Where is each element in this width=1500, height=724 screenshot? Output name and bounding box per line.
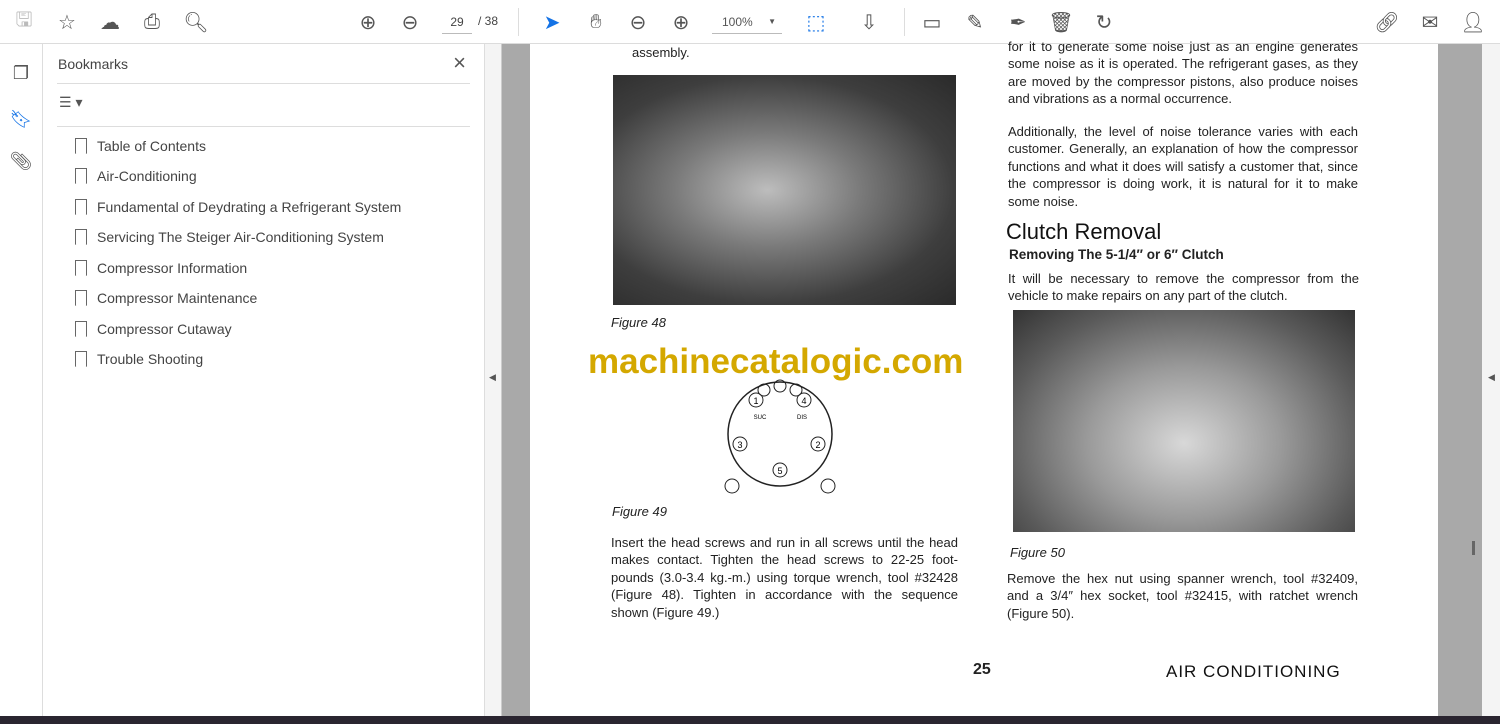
upload-cloud-icon[interactable]: ☁ — [96, 8, 124, 36]
text-block: for it to generate some noise just as an… — [1008, 39, 1358, 107]
sign-icon[interactable]: ✒ — [1004, 8, 1032, 36]
pages-icon[interactable]: ❐ — [8, 60, 34, 86]
comment-icon[interactable]: ▭ — [918, 8, 946, 36]
bookmark-label: Compressor Maintenance — [97, 290, 258, 306]
page-number: 25 — [973, 661, 991, 678]
figure-caption: Figure 50 — [1010, 545, 1065, 560]
zoom-out-icon[interactable]: ⊖ — [624, 8, 652, 36]
bookmark-icon — [75, 351, 87, 367]
zoom-in-icon[interactable]: ⊕ — [667, 8, 695, 36]
diagram-label: 2 — [815, 440, 820, 450]
figure-50-photo — [1013, 310, 1355, 532]
scrollbar[interactable] — [1472, 541, 1475, 555]
diagram-label: SUC — [754, 415, 767, 421]
bookmark-label: Compressor Information — [97, 260, 248, 276]
bookmark-item[interactable]: Compressor Maintenance — [75, 287, 257, 309]
figure-caption: Figure 48 — [611, 315, 666, 330]
bookmarks-panel: Bookmarks × ☰ ▾ Table of Contents Air-Co… — [43, 44, 485, 716]
figure-49-diagram: 1 4 3 2 5 SUC DIS — [724, 379, 836, 494]
text-block: Additionally, the level of noise toleran… — [1008, 124, 1358, 209]
bookmark-star-icon[interactable]: ☆ — [53, 8, 81, 36]
scroll-mode-icon[interactable]: ⇩ — [855, 8, 883, 36]
side-rail: ❐ 🔖︎ 📎︎ — [0, 44, 43, 716]
bookmark-label: Trouble Shooting — [97, 351, 204, 367]
panel-title: Bookmarks — [58, 56, 129, 72]
document-area[interactable]: assembly. Figure 48 1 4 3 2 5 SUC DIS ma… — [502, 39, 1482, 716]
zoom-select[interactable]: 100% ▼ — [712, 12, 782, 34]
prev-page-icon[interactable]: ⊕︎ — [354, 8, 382, 36]
section-subheading: Removing The 5-1/4″ or 6″ Clutch — [1009, 247, 1224, 262]
text-block: assembly. — [632, 45, 690, 60]
figure-48-photo — [613, 75, 956, 305]
bookmark-item[interactable]: Compressor Cutaway — [75, 318, 232, 340]
bookmark-label: Servicing The Steiger Air-Conditioning S… — [97, 229, 384, 245]
options-menu-icon[interactable]: ☰ ▾ — [59, 94, 82, 111]
diagram-label: 5 — [777, 466, 782, 476]
text-block: Insert the head screws and run in all sc… — [611, 535, 958, 620]
text-block: Remove the hex nut using spanner wrench,… — [1007, 571, 1358, 621]
chevron-left-icon: ◀ — [1488, 372, 1495, 382]
next-page-icon[interactable]: ⊖︎ — [396, 8, 424, 36]
bookmark-item[interactable]: Compressor Information — [75, 257, 247, 279]
diagram-label: DIS — [797, 415, 807, 421]
text-block: It will be necessary to remove the compr… — [1008, 271, 1359, 304]
hand-icon[interactable]: ✋︎ — [582, 8, 610, 36]
figure-caption: Figure 49 — [612, 504, 667, 519]
collapse-panel-handle[interactable]: ◀ — [485, 44, 502, 716]
link-icon[interactable]: 🔗︎ — [1373, 8, 1401, 36]
delete-icon[interactable]: 🗑︎ — [1047, 8, 1075, 36]
bookmark-label: Air-Conditioning — [97, 168, 197, 184]
bookmark-icon — [75, 168, 87, 184]
page-number-input[interactable]: 29 — [442, 12, 472, 34]
bookmark-item[interactable]: Air-Conditioning — [75, 165, 197, 187]
page-total: / 38 — [478, 14, 499, 28]
bookmark-item[interactable]: Trouble Shooting — [75, 348, 203, 370]
taskbar-strip — [0, 716, 1500, 724]
diagram-label: 4 — [801, 396, 806, 406]
zoom-value: 100% — [722, 15, 753, 29]
bookmark-icon — [75, 290, 87, 306]
bookmark-icon — [75, 199, 87, 215]
bookmark-item[interactable]: Fundamental of Deydrating a Refrigerant … — [75, 196, 401, 218]
diagram-label: 1 — [753, 396, 758, 406]
pdf-page: assembly. Figure 48 1 4 3 2 5 SUC DIS ma… — [530, 39, 1438, 716]
watermark: machinecatalogic.com — [588, 342, 964, 381]
bookmark-label: Fundamental of Deydrating a Refrigerant … — [97, 199, 402, 215]
divider — [57, 126, 470, 127]
bookmark-icon — [75, 321, 87, 337]
page-fit-icon[interactable]: ⬚ — [802, 8, 830, 36]
bookmark-icon — [75, 260, 87, 276]
bookmark-label: Compressor Cutaway — [97, 321, 232, 337]
print-icon[interactable]: ⎙ — [138, 8, 166, 36]
close-icon[interactable]: × — [453, 50, 466, 76]
diagram-label: 3 — [737, 440, 742, 450]
attachment-icon[interactable]: 📎︎ — [8, 148, 34, 174]
page-footer: AIR CONDITIONING — [1166, 662, 1341, 681]
bookmarks-icon[interactable]: 🔖︎ — [8, 106, 34, 132]
bookmark-icon — [75, 138, 87, 154]
save-icon[interactable]: 🖫 — [10, 8, 38, 36]
bookmark-label: Table of Contents — [97, 138, 206, 154]
search-zoom-icon[interactable]: 🔍︎ — [182, 8, 210, 36]
account-icon[interactable]: 👤︎ — [1459, 8, 1487, 36]
select-cursor-icon[interactable]: ➤ — [538, 8, 566, 36]
divider — [518, 8, 519, 36]
bookmark-item[interactable]: Table of Contents — [75, 135, 206, 157]
bookmark-icon — [75, 229, 87, 245]
section-heading: Clutch Removal — [1006, 219, 1162, 244]
divider — [57, 83, 470, 84]
bookmark-item[interactable]: Servicing The Steiger Air-Conditioning S… — [75, 226, 384, 248]
highlight-icon[interactable]: ✎ — [961, 8, 989, 36]
right-panel-handle[interactable]: ◀ — [1472, 44, 1500, 716]
chevron-down-icon: ▼ — [768, 17, 776, 26]
divider — [904, 8, 905, 36]
chevron-left-icon: ◀ — [489, 372, 496, 382]
rotate-icon[interactable]: ↻ — [1090, 8, 1118, 36]
email-icon[interactable]: ✉ — [1416, 8, 1444, 36]
